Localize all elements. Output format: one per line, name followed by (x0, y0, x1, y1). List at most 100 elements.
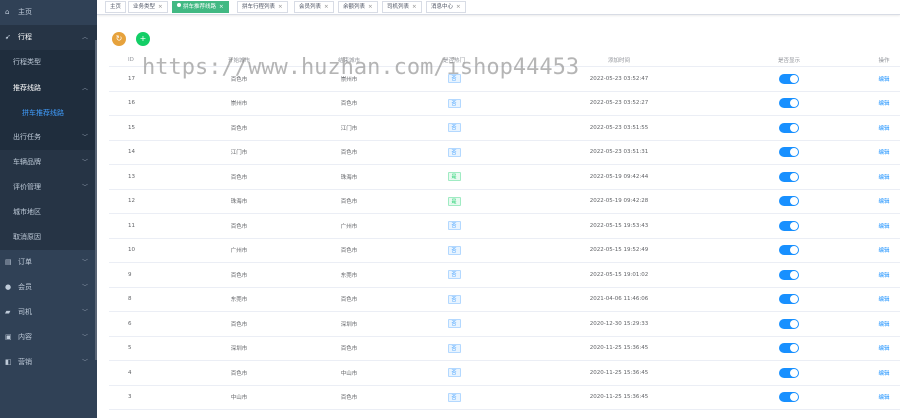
cell-id: 10 (128, 247, 135, 254)
table-row: 8 东莞市 百色市 否 2021-04-06 11:46:06 编辑 (109, 288, 900, 312)
refresh-button[interactable]: ↻ (112, 32, 126, 46)
edit-link[interactable]: 编辑 (878, 148, 889, 156)
sidebar-item-task[interactable]: 出行任务 ﹀ (0, 125, 97, 150)
cell-to-city: 广州市 (340, 223, 358, 230)
hot-badge: 否 (447, 392, 461, 402)
table-row: 10 广州市 百色市 否 2022-05-15 19:52:49 编辑 (109, 239, 900, 263)
add-button[interactable]: + (136, 32, 150, 46)
table-row: 17 百色市 崇州市 否 2022-05-23 03:52:47 编辑 (109, 67, 900, 92)
tag-label: 拼车行程列表 (242, 4, 276, 10)
sidebar-item-order[interactable]: ▤ 订单 ﹀ (0, 250, 97, 275)
sidebar-item-label: 车辆品牌 (13, 158, 41, 166)
sidebar-item-member[interactable]: ● 会员 ﹀ (0, 275, 97, 300)
visible-toggle[interactable] (779, 196, 799, 207)
visible-toggle[interactable] (779, 73, 799, 84)
sidebar-item-carpool-recommend[interactable]: 拼车推荐线路 (0, 102, 97, 125)
tag-home[interactable]: 主页 (105, 1, 127, 13)
sidebar-item-trip-type[interactable]: 行程类型 (0, 50, 97, 75)
sidebar-item-marketing[interactable]: ◧ 营销 ﹀ (0, 350, 97, 375)
tag-carpool-trips[interactable]: 拼车行程列表 × (237, 1, 288, 13)
sidebar-item-review[interactable]: 评价管理 ﹀ (0, 175, 97, 200)
tag-label: 拼车推荐线路 (183, 4, 217, 10)
cell-from-city: 百色市 (230, 174, 248, 181)
cell-id: 12 (128, 198, 135, 205)
visible-toggle[interactable] (779, 318, 799, 329)
table-row: 16 崇州市 百色市 否 2022-05-23 03:52:27 编辑 (109, 92, 900, 116)
cell-from-city: 深圳市 (230, 346, 248, 353)
sidebar-item-trip[interactable]: ➹ 行程 ︿ (0, 25, 97, 50)
cell-visible (769, 214, 809, 238)
visible-toggle[interactable] (779, 220, 799, 231)
sidebar-item-cancel-reason[interactable]: 取消原因 (0, 225, 97, 250)
cell-id: 9 (128, 271, 132, 278)
visible-toggle[interactable] (779, 245, 799, 256)
edit-link[interactable]: 编辑 (878, 344, 889, 352)
cell-created-time: 2022-05-23 03:51:31 (589, 149, 649, 156)
tag-balance-list[interactable]: 余额列表 × (338, 1, 378, 13)
close-icon[interactable]: × (368, 4, 373, 10)
chevron-up-icon: ︿ (81, 34, 88, 41)
cell-from-city: 百色市 (230, 125, 248, 132)
visible-toggle[interactable] (779, 98, 799, 109)
tag-member-list[interactable]: 会员列表 × (294, 1, 334, 13)
visible-toggle[interactable] (779, 147, 799, 158)
hot-badge: 否 (447, 98, 461, 108)
sidebar-item-label: 司机 (18, 308, 32, 316)
chevron-down-icon: ﹀ (81, 284, 88, 291)
close-icon[interactable]: × (158, 4, 163, 10)
sidebar-item-city[interactable]: 城市地区 (0, 200, 97, 225)
chevron-down-icon: ﹀ (81, 334, 88, 341)
cell-id: 14 (128, 149, 135, 156)
close-icon[interactable]: × (278, 4, 283, 10)
cell-actions: 编辑 (869, 67, 899, 91)
tag-driver-list[interactable]: 司机列表 × (382, 1, 422, 13)
visible-toggle[interactable] (779, 122, 799, 133)
edit-link[interactable]: 编辑 (878, 75, 889, 83)
tag-business-type[interactable]: 业务类型 × (128, 1, 168, 13)
cell-visible (769, 190, 809, 214)
visible-toggle[interactable] (779, 392, 799, 403)
sidebar-item-label: 拼车推荐线路 (22, 109, 64, 117)
cell-from-city: 百色市 (230, 370, 248, 377)
sidebar-item-brand[interactable]: 车辆品牌 ﹀ (0, 150, 97, 175)
edit-link[interactable]: 编辑 (878, 271, 889, 279)
tag-carpool-recommend[interactable]: 拼车推荐线路 × (172, 1, 229, 13)
close-icon[interactable]: × (456, 4, 461, 10)
edit-link[interactable]: 编辑 (878, 295, 889, 303)
edit-link[interactable]: 编辑 (878, 222, 889, 230)
table-row: 13 百色市 珠海市 是 2022-05-19 09:42:44 编辑 (109, 165, 900, 190)
cell-hot: 否 (444, 361, 464, 385)
active-dot-icon (177, 3, 181, 7)
close-icon[interactable]: × (219, 4, 224, 10)
tag-message-center[interactable]: 消息中心 × (426, 1, 466, 13)
edit-link[interactable]: 编辑 (878, 369, 889, 377)
cell-hot: 否 (444, 288, 464, 312)
sidebar-item-driver[interactable]: ▰ 司机 ﹀ (0, 300, 97, 325)
visible-toggle[interactable] (779, 294, 799, 305)
edit-link[interactable]: 编辑 (878, 246, 889, 254)
close-icon[interactable]: × (324, 4, 329, 10)
edit-link[interactable]: 编辑 (878, 197, 889, 205)
hot-badge: 否 (447, 245, 461, 255)
sidebar-item-label: 订单 (18, 258, 32, 266)
cell-actions: 编辑 (869, 288, 899, 312)
visible-toggle[interactable] (779, 171, 799, 182)
edit-link[interactable]: 编辑 (878, 173, 889, 181)
cell-visible (769, 92, 809, 116)
table-row: 3 中山市 百色市 否 2020-11-25 15:36:45 编辑 (109, 386, 900, 410)
edit-link[interactable]: 编辑 (878, 124, 889, 132)
edit-link[interactable]: 编辑 (878, 99, 889, 107)
close-icon[interactable]: × (412, 4, 417, 10)
sidebar-item-content[interactable]: ▣ 内容 ﹀ (0, 325, 97, 350)
sidebar-item-home[interactable]: ⌂ 主页 (0, 0, 97, 25)
cell-to-city: 江门市 (340, 125, 358, 132)
sidebar-item-recommend-route[interactable]: 推荐线路 ︿ (0, 75, 97, 102)
visible-toggle[interactable] (779, 269, 799, 280)
table-row: 14 江门市 百色市 否 2022-05-23 03:51:31 编辑 (109, 141, 900, 165)
visible-toggle[interactable] (779, 367, 799, 378)
cell-actions: 编辑 (869, 263, 899, 287)
edit-link[interactable]: 编辑 (878, 320, 889, 328)
edit-link[interactable]: 编辑 (878, 393, 889, 401)
visible-toggle[interactable] (779, 343, 799, 354)
refresh-icon: ↻ (115, 34, 123, 43)
